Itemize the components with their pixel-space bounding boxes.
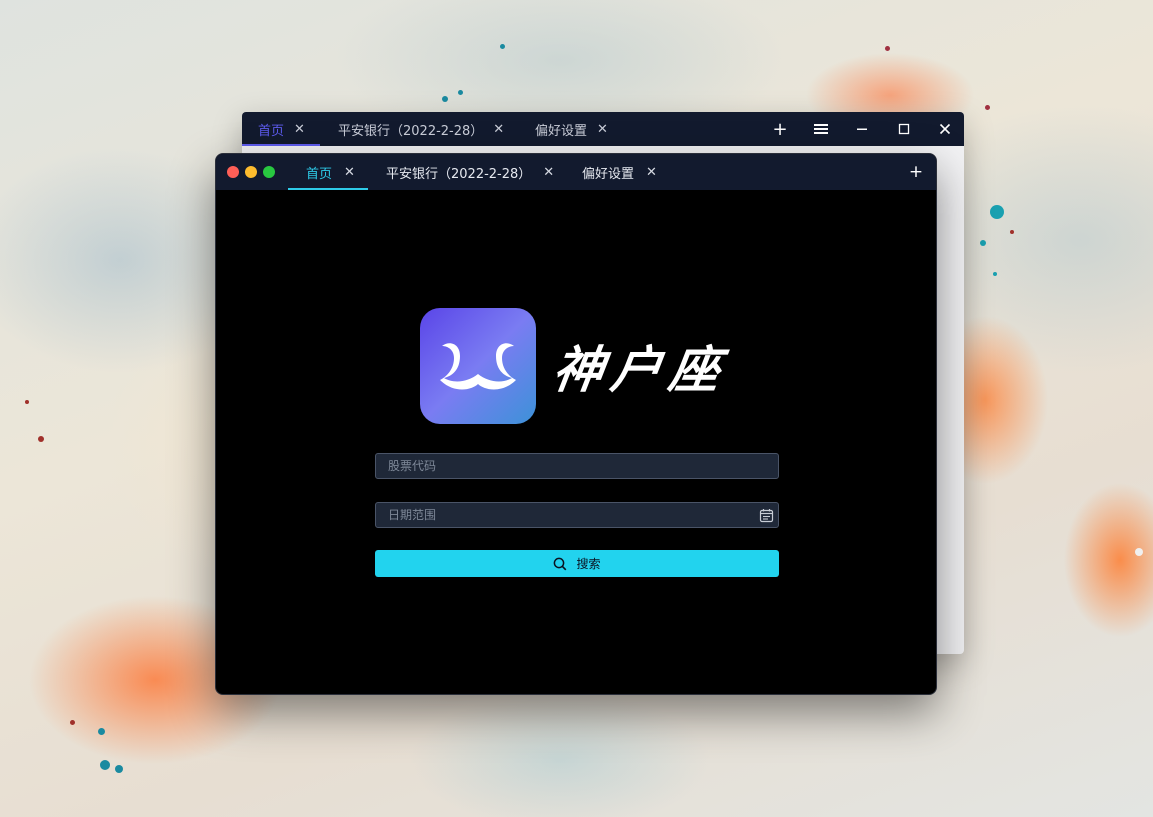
paint-speck bbox=[70, 720, 75, 725]
paint-speck bbox=[985, 105, 990, 110]
paint-speck bbox=[115, 765, 123, 773]
paint-speck bbox=[885, 46, 890, 51]
close-icon[interactable]: ✕ bbox=[646, 165, 657, 180]
paint-speck bbox=[100, 760, 110, 770]
close-window-button[interactable] bbox=[925, 112, 964, 146]
paint-speck bbox=[990, 205, 1004, 219]
stock-code-field[interactable] bbox=[375, 453, 779, 479]
close-icon[interactable]: ✕ bbox=[543, 165, 554, 180]
traffic-light-minimize[interactable] bbox=[245, 166, 257, 178]
paint-speck bbox=[1135, 548, 1143, 556]
tab-label: 平安银行（2022-2-28） bbox=[386, 166, 532, 182]
tab-label: 偏好设置 bbox=[582, 166, 635, 182]
paint-speck bbox=[980, 240, 986, 246]
paint-speck bbox=[38, 436, 44, 442]
close-icon[interactable]: ✕ bbox=[344, 165, 355, 180]
brand: 神户座 bbox=[420, 308, 732, 424]
search-icon bbox=[553, 557, 567, 571]
add-tab-button[interactable]: + bbox=[904, 154, 928, 190]
back-tab-label: 偏好设置 bbox=[535, 123, 588, 139]
front-window: 首页 ✕ 平安银行（2022-2-28） ✕ 偏好设置 ✕ + 神户座 股票代码… bbox=[215, 153, 937, 695]
back-titlebar: 首页 ✕ 平安银行（2022-2-28） ✕ 偏好设置 ✕ + bbox=[242, 112, 964, 146]
back-tab-home[interactable]: 首页 ✕ bbox=[258, 112, 305, 146]
double-hook-logo-icon bbox=[420, 308, 536, 424]
paint-speck bbox=[25, 400, 29, 404]
paint-speck bbox=[442, 96, 448, 102]
tab-label: 首页 bbox=[306, 166, 333, 182]
back-tab-preferences[interactable]: 偏好设置 ✕ bbox=[535, 112, 608, 146]
tab-preferences[interactable]: 偏好设置 ✕ bbox=[582, 154, 657, 190]
paint-speck bbox=[993, 272, 997, 276]
back-tab-label: 首页 bbox=[258, 123, 285, 139]
menu-icon[interactable] bbox=[801, 112, 841, 146]
front-titlebar: 首页 ✕ 平安银行（2022-2-28） ✕ 偏好设置 ✕ + bbox=[216, 154, 936, 190]
date-range-field[interactable] bbox=[375, 502, 779, 528]
active-tab-indicator bbox=[288, 188, 368, 190]
search-button-label: 搜索 bbox=[576, 557, 601, 571]
maximize-button[interactable] bbox=[884, 112, 924, 146]
close-icon[interactable]: ✕ bbox=[597, 122, 608, 137]
close-icon[interactable]: ✕ bbox=[493, 122, 504, 137]
date-range-input[interactable] bbox=[376, 503, 754, 527]
tab-pingan[interactable]: 平安银行（2022-2-28） ✕ bbox=[386, 154, 554, 190]
stock-code-input[interactable] bbox=[376, 454, 778, 478]
add-tab-button[interactable]: + bbox=[760, 112, 800, 146]
traffic-light-zoom[interactable] bbox=[263, 166, 275, 178]
calendar-icon[interactable] bbox=[754, 503, 778, 527]
traffic-light-close[interactable] bbox=[227, 166, 239, 178]
tab-home[interactable]: 首页 ✕ bbox=[306, 154, 355, 190]
paint-speck bbox=[98, 728, 105, 735]
back-active-tab-indicator bbox=[242, 144, 320, 146]
paint-speck bbox=[500, 44, 505, 49]
back-tab-label: 平安银行（2022-2-28） bbox=[338, 123, 484, 139]
close-icon[interactable]: ✕ bbox=[294, 122, 305, 137]
brand-name: 神户座 bbox=[549, 340, 732, 399]
minimize-button[interactable] bbox=[842, 112, 882, 146]
paint-speck bbox=[1010, 230, 1014, 234]
search-button[interactable]: 搜索 bbox=[375, 550, 779, 577]
paint-speck bbox=[458, 90, 463, 95]
back-tab-pingan[interactable]: 平安银行（2022-2-28） ✕ bbox=[338, 112, 504, 146]
